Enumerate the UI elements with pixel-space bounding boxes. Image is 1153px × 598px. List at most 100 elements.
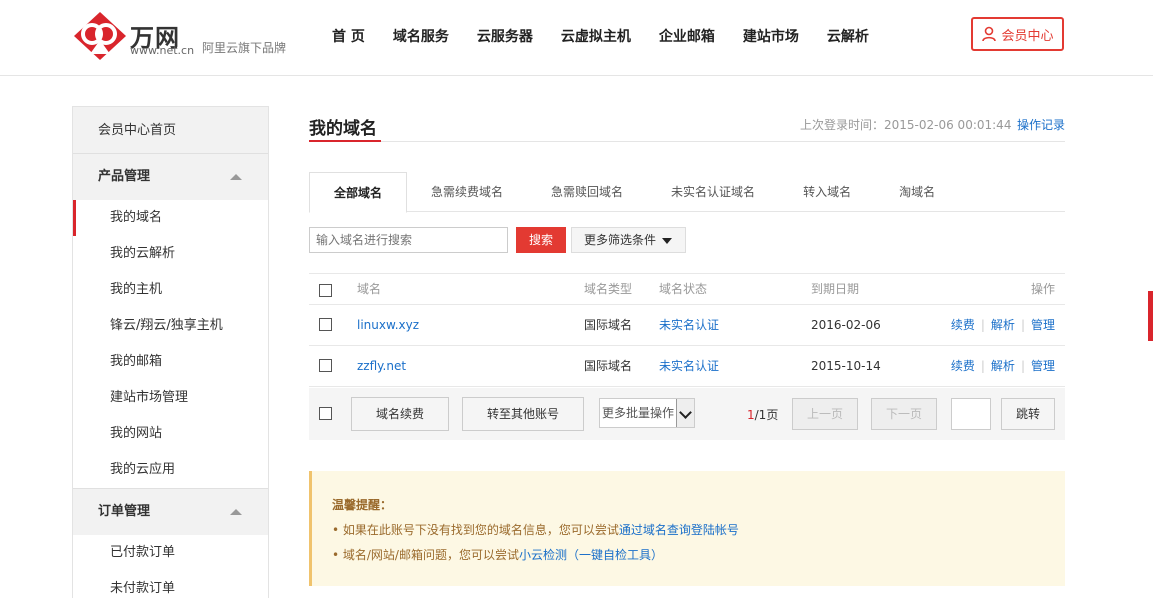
domain-status-link[interactable]: 未实名认证	[659, 305, 719, 345]
dns-link[interactable]: 解析	[991, 359, 1015, 373]
header-domain: 域名	[357, 282, 382, 296]
domain-type: 国际域名	[584, 359, 633, 373]
manage-link[interactable]: 管理	[1031, 359, 1055, 373]
logo-url: www.net.cn	[130, 44, 195, 57]
batch-select-checkbox[interactable]	[319, 407, 332, 420]
member-center-button[interactable]: 会员中心	[971, 17, 1064, 51]
sidebar-item-my-hosts[interactable]: 我的主机	[73, 272, 268, 308]
title-divider	[309, 141, 1065, 142]
sidebar-product-list: 我的域名 我的云解析 我的主机 锋云/翔云/独享主机 我的邮箱 建站市场管理 我…	[73, 200, 268, 489]
page-title: 我的域名	[309, 119, 377, 139]
header-status: 域名状态	[659, 282, 708, 296]
renew-link[interactable]: 续费	[951, 359, 975, 373]
row-checkbox[interactable]	[319, 359, 332, 372]
sidebar-item-my-domains[interactable]: 我的域名	[73, 200, 268, 236]
main-nav: 首 页 域名服务 云服务器 云虚拟主机 企业邮箱 建站市场 云解析	[318, 26, 883, 46]
table-header: 域名 域名类型 域名状态 到期日期 操作	[309, 273, 1065, 305]
transfer-account-button[interactable]: 转至其他账号	[462, 397, 584, 431]
renew-link[interactable]: 续费	[951, 318, 975, 332]
manage-link[interactable]: 管理	[1031, 318, 1055, 332]
page-indicator: 1/1页	[747, 406, 778, 423]
tips-notice: 温馨提醒： • 如果在此账号下没有找到您的域名信息，您可以尝试通过域名查询登陆帐…	[309, 471, 1065, 586]
tab-unverified[interactable]: 未实名认证域名	[647, 172, 779, 212]
self-check-link[interactable]: 小云检测（一键自检工具）	[519, 548, 663, 562]
tab-tao-domain[interactable]: 淘域名	[875, 172, 959, 212]
sidebar-item-my-cloud-apps[interactable]: 我的云应用	[73, 452, 268, 488]
sidebar-order-list: 已付款订单 未付款订单	[73, 535, 268, 598]
tab-transfer-in[interactable]: 转入域名	[779, 172, 875, 212]
sidebar-item-site-market[interactable]: 建站市场管理	[73, 380, 268, 416]
dns-link[interactable]: 解析	[991, 318, 1015, 332]
find-account-link[interactable]: 通过域名查询登陆帐号	[619, 523, 739, 537]
row-checkbox[interactable]	[319, 318, 332, 331]
sidebar-group-orders[interactable]: 订单管理	[73, 489, 268, 535]
separator: |	[980, 359, 985, 373]
sidebar-item-my-sites[interactable]: 我的网站	[73, 416, 268, 452]
sidebar: 会员中心首页 产品管理 我的域名 我的云解析 我的主机 锋云/翔云/独享主机 我…	[72, 106, 269, 598]
sidebar-item-my-cloud-dns[interactable]: 我的云解析	[73, 236, 268, 272]
select-all-checkbox[interactable]	[319, 284, 332, 297]
member-center-label: 会员中心	[1001, 28, 1054, 44]
separator: |	[1020, 318, 1025, 332]
tab-redeem-urgent[interactable]: 急需赎回域名	[527, 172, 647, 212]
domain-name-link[interactable]: zzfly.net	[357, 346, 406, 386]
notice-line-1: • 如果在此账号下没有找到您的域名信息，您可以尝试通过域名查询登陆帐号	[332, 521, 739, 538]
row-actions: 续费 | 解析 | 管理	[951, 346, 1055, 386]
last-login-time: 上次登录时间：2015-02-06 00:01:44	[800, 118, 1012, 132]
notice-line-2: • 域名/网站/邮箱问题，您可以尝试小云检测（一键自检工具）	[332, 546, 663, 563]
domain-name-link[interactable]: linuxw.xyz	[357, 305, 419, 345]
jump-button[interactable]: 跳转	[1001, 398, 1055, 430]
operation-log-link[interactable]: 操作记录	[1017, 116, 1065, 133]
table-row: linuxw.xyz 国际域名 未实名认证 2016-02-06 续费 | 解析 | 管…	[309, 305, 1065, 346]
domain-status-link[interactable]: 未实名认证	[659, 346, 719, 386]
domain-type: 国际域名	[584, 318, 633, 332]
notice-text: • 域名/网站/邮箱问题，您可以尝试	[332, 548, 519, 562]
total-pages: /1页	[754, 408, 779, 422]
next-page-button[interactable]: 下一页	[871, 398, 937, 430]
domain-table: 域名 域名类型 域名状态 到期日期 操作 linuxw.xyz 国际域名 未实名…	[309, 273, 1065, 387]
title-accent	[309, 140, 381, 142]
logo[interactable]: 万网 www.net.cn 阿里云旗下品牌	[72, 8, 302, 64]
sidebar-item-member-home[interactable]: 会员中心首页	[73, 107, 268, 154]
prev-page-button[interactable]: 上一页	[792, 398, 858, 430]
page-number-input[interactable]	[951, 398, 991, 430]
nav-enterprise-mail[interactable]: 企业邮箱	[659, 26, 715, 46]
sidebar-item-unpaid-orders[interactable]: 未付款订单	[73, 571, 268, 598]
nav-home[interactable]: 首 页	[332, 26, 365, 46]
nav-site-market[interactable]: 建站市场	[743, 26, 799, 46]
tab-all-domains[interactable]: 全部域名	[309, 172, 408, 213]
header-actions: 操作	[1030, 282, 1055, 296]
tab-renew-urgent[interactable]: 急需续费域名	[407, 172, 527, 212]
separator: |	[980, 318, 985, 332]
user-icon	[982, 26, 997, 42]
top-header: 万网 www.net.cn 阿里云旗下品牌 首 页 域名服务 云服务器 云虚拟主…	[0, 0, 1153, 76]
nav-virtual-host[interactable]: 云虚拟主机	[561, 26, 631, 46]
batch-operations-select[interactable]: 更多批量操作	[599, 398, 695, 428]
sidebar-item-paid-orders[interactable]: 已付款订单	[73, 535, 268, 571]
expiry-date: 2015-10-14	[811, 359, 881, 373]
sidebar-group-products[interactable]: 产品管理	[73, 154, 268, 200]
domain-search-input[interactable]	[309, 227, 508, 253]
caret-up-icon	[230, 509, 242, 515]
search-button[interactable]: 搜索	[516, 227, 566, 253]
sidebar-item-my-mail[interactable]: 我的邮箱	[73, 344, 268, 380]
sidebar-item-dedicated-hosts[interactable]: 锋云/翔云/独享主机	[73, 308, 268, 344]
nav-cloud-dns[interactable]: 云解析	[827, 26, 869, 46]
notice-title: 温馨提醒：	[332, 498, 393, 512]
caret-up-icon	[230, 174, 242, 180]
header-type: 域名类型	[584, 282, 633, 296]
expiry-date: 2016-02-06	[811, 318, 881, 332]
current-page: 1	[747, 408, 755, 422]
nav-domain-service[interactable]: 域名服务	[393, 26, 449, 46]
batch-renew-button[interactable]: 域名续费	[351, 397, 449, 431]
floating-side-tab[interactable]	[1148, 291, 1153, 341]
more-filters-button[interactable]: 更多筛选条件	[571, 227, 686, 253]
nav-cloud-server[interactable]: 云服务器	[477, 26, 533, 46]
table-row: zzfly.net 国际域名 未实名认证 2015-10-14 续费 | 解析 | 管理	[309, 346, 1065, 387]
notice-text: • 如果在此账号下没有找到您的域名信息，您可以尝试	[332, 523, 619, 537]
logo-mark-icon	[74, 12, 126, 60]
sidebar-group-label: 订单管理	[98, 504, 151, 519]
header-expiry: 到期日期	[811, 282, 860, 296]
batch-actions-bar: 域名续费 转至其他账号 更多批量操作 1/1页 上一页 下一页 跳转	[309, 388, 1065, 440]
batch-operations-value: 更多批量操作	[602, 406, 675, 420]
